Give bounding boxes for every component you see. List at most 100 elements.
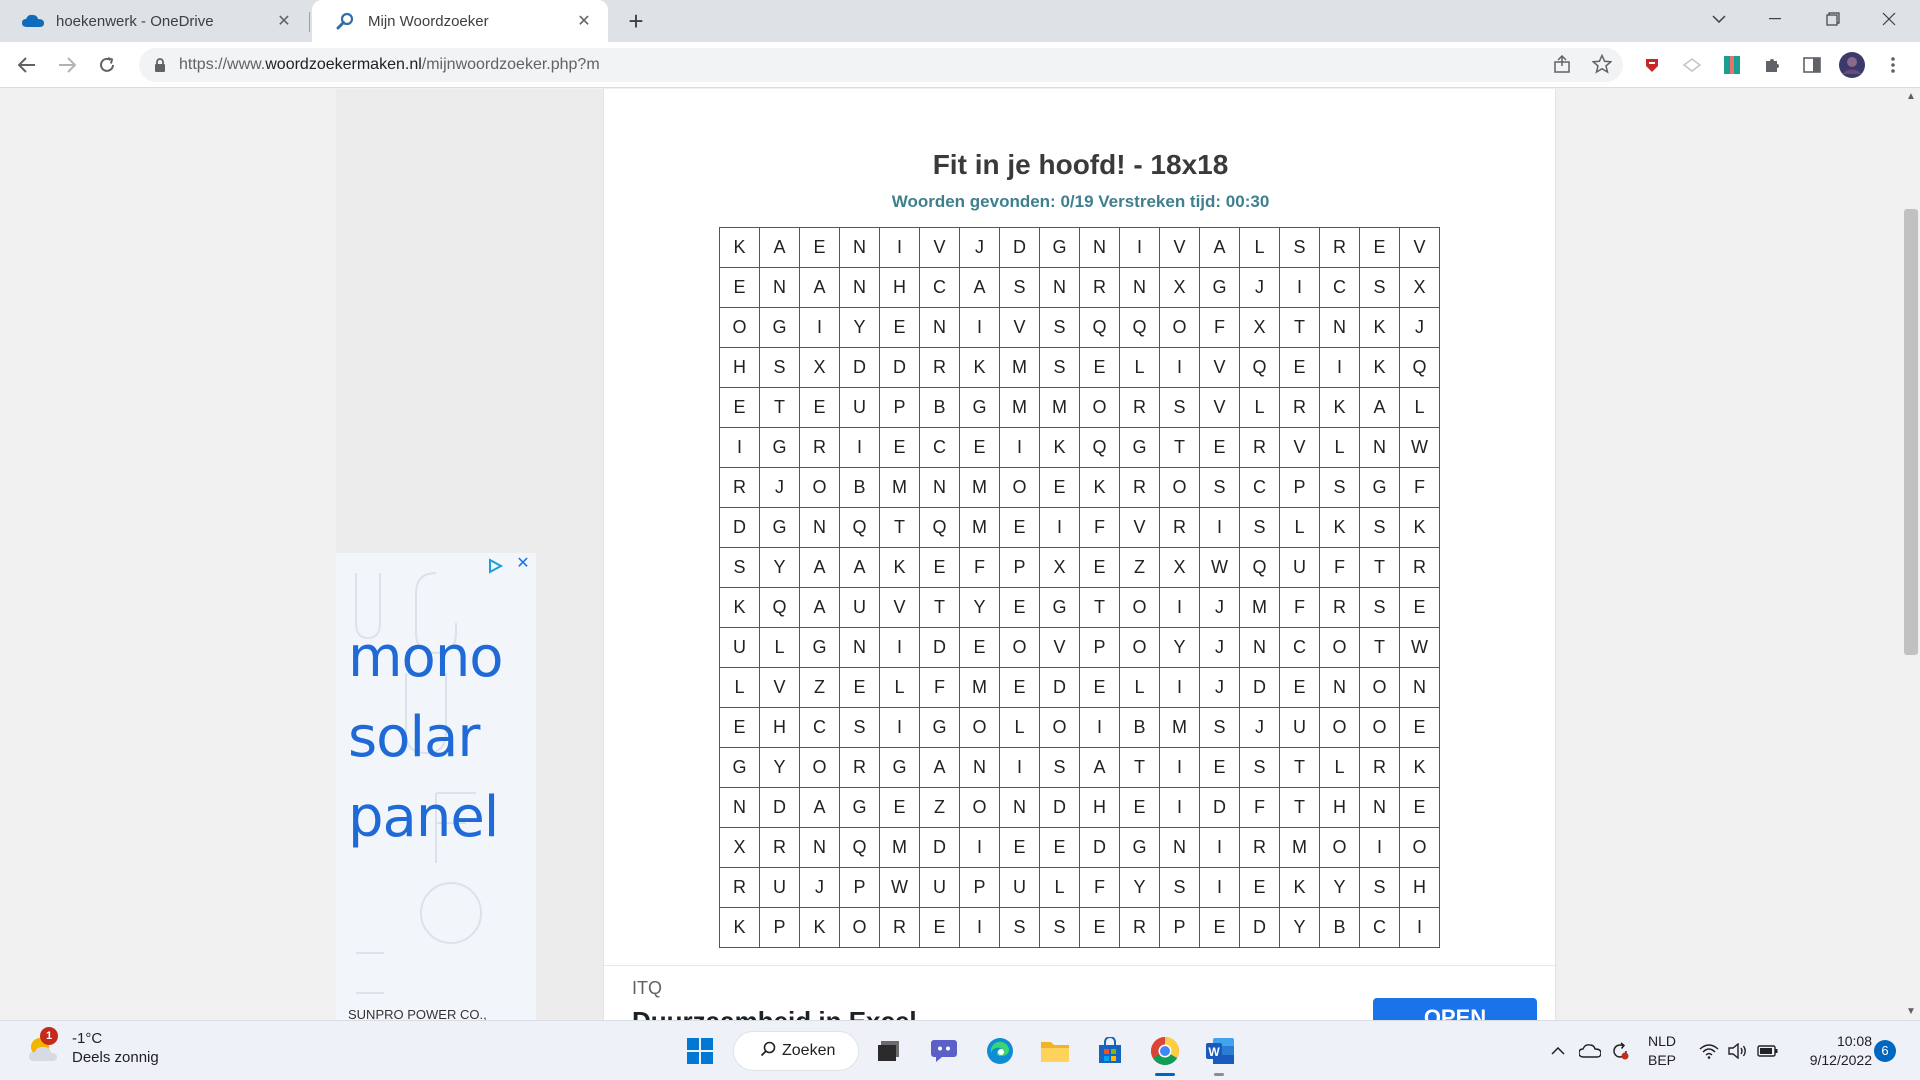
grid-cell[interactable]: R bbox=[1279, 387, 1320, 428]
grid-cell[interactable]: N bbox=[1399, 667, 1440, 708]
grid-cell[interactable]: M bbox=[999, 347, 1040, 388]
new-tab-plus-icon[interactable]: + bbox=[622, 6, 650, 36]
grid-cell[interactable]: A bbox=[959, 267, 1000, 308]
reload-icon[interactable] bbox=[92, 50, 122, 80]
grid-cell[interactable]: D bbox=[1239, 907, 1280, 948]
grid-cell[interactable]: K bbox=[879, 547, 920, 588]
grid-cell[interactable]: L bbox=[759, 627, 800, 668]
windows-start-icon[interactable] bbox=[682, 1033, 718, 1069]
grid-cell[interactable]: R bbox=[1239, 427, 1280, 468]
grid-cell[interactable]: P bbox=[959, 867, 1000, 908]
grid-cell[interactable]: O bbox=[1039, 707, 1080, 748]
grid-cell[interactable]: A bbox=[759, 227, 800, 268]
word-icon[interactable]: W bbox=[1202, 1033, 1238, 1069]
grid-cell[interactable]: K bbox=[1359, 307, 1400, 348]
side-panel-icon[interactable] bbox=[1801, 54, 1823, 76]
grid-cell[interactable]: N bbox=[839, 227, 880, 268]
grid-cell[interactable]: N bbox=[759, 267, 800, 308]
extensions-puzzle-icon[interactable] bbox=[1761, 54, 1783, 76]
grid-cell[interactable]: L bbox=[879, 667, 920, 708]
grid-cell[interactable]: T bbox=[1359, 547, 1400, 588]
grid-cell[interactable]: L bbox=[1119, 667, 1160, 708]
grid-cell[interactable]: X bbox=[1039, 547, 1080, 588]
grid-cell[interactable]: U bbox=[839, 387, 880, 428]
grid-cell[interactable]: E bbox=[1079, 907, 1120, 948]
grid-cell[interactable]: A bbox=[919, 747, 960, 788]
grid-cell[interactable]: N bbox=[1159, 827, 1200, 868]
grid-cell[interactable]: S bbox=[1359, 507, 1400, 548]
grid-cell[interactable]: T bbox=[1119, 747, 1160, 788]
grid-cell[interactable]: D bbox=[1039, 667, 1080, 708]
grid-cell[interactable]: R bbox=[759, 827, 800, 868]
grid-cell[interactable]: I bbox=[999, 427, 1040, 468]
grid-cell[interactable]: S bbox=[1359, 587, 1400, 628]
back-arrow-icon[interactable] bbox=[12, 50, 42, 80]
grid-cell[interactable]: P bbox=[839, 867, 880, 908]
task-view-icon[interactable] bbox=[871, 1033, 907, 1069]
grid-cell[interactable]: D bbox=[839, 347, 880, 388]
grid-cell[interactable]: N bbox=[1239, 627, 1280, 668]
grid-cell[interactable]: I bbox=[799, 307, 840, 348]
grid-cell[interactable]: N bbox=[919, 467, 960, 508]
scroll-down-icon[interactable]: ▼ bbox=[1902, 1004, 1920, 1020]
grid-cell[interactable]: E bbox=[719, 387, 760, 428]
grid-cell[interactable]: G bbox=[919, 707, 960, 748]
grid-cell[interactable]: E bbox=[959, 627, 1000, 668]
grid-cell[interactable]: S bbox=[1239, 507, 1280, 548]
grid-cell[interactable]: B bbox=[919, 387, 960, 428]
grid-cell[interactable]: K bbox=[1279, 867, 1320, 908]
grid-cell[interactable]: I bbox=[1199, 867, 1240, 908]
grid-cell[interactable]: B bbox=[1319, 907, 1360, 948]
close-window-icon[interactable] bbox=[1866, 0, 1912, 38]
grid-cell[interactable]: E bbox=[1399, 587, 1440, 628]
grid-cell[interactable]: P bbox=[1159, 907, 1200, 948]
grid-cell[interactable]: I bbox=[1279, 267, 1320, 308]
grid-cell[interactable]: Q bbox=[839, 827, 880, 868]
grid-cell[interactable]: T bbox=[919, 587, 960, 628]
grid-cell[interactable]: Y bbox=[959, 587, 1000, 628]
grid-cell[interactable]: L bbox=[1319, 427, 1360, 468]
grid-cell[interactable]: E bbox=[1199, 747, 1240, 788]
grid-cell[interactable]: M bbox=[879, 467, 920, 508]
ad-close-icon[interactable]: ✕ bbox=[514, 555, 532, 573]
grid-cell[interactable]: E bbox=[879, 427, 920, 468]
grid-cell[interactable]: D bbox=[719, 507, 760, 548]
grid-cell[interactable]: R bbox=[1119, 907, 1160, 948]
grid-cell[interactable]: S bbox=[1039, 747, 1080, 788]
grid-cell[interactable]: K bbox=[1319, 507, 1360, 548]
grid-cell[interactable]: N bbox=[799, 827, 840, 868]
grid-cell[interactable]: E bbox=[1079, 667, 1120, 708]
grid-cell[interactable]: L bbox=[1319, 747, 1360, 788]
grid-cell[interactable]: D bbox=[999, 227, 1040, 268]
grid-cell[interactable]: T bbox=[1279, 787, 1320, 828]
grid-cell[interactable]: R bbox=[1319, 227, 1360, 268]
grid-cell[interactable]: Y bbox=[1279, 907, 1320, 948]
grid-cell[interactable]: B bbox=[1119, 707, 1160, 748]
grid-cell[interactable]: G bbox=[1039, 227, 1080, 268]
grid-cell[interactable]: N bbox=[719, 787, 760, 828]
grid-cell[interactable]: L bbox=[1239, 387, 1280, 428]
grid-cell[interactable]: N bbox=[799, 507, 840, 548]
grid-cell[interactable]: L bbox=[999, 707, 1040, 748]
grid-cell[interactable]: V bbox=[999, 307, 1040, 348]
grid-cell[interactable]: U bbox=[839, 587, 880, 628]
grid-cell[interactable]: F bbox=[1399, 467, 1440, 508]
grid-cell[interactable]: L bbox=[1399, 387, 1440, 428]
grid-cell[interactable]: K bbox=[719, 907, 760, 948]
grid-cell[interactable]: A bbox=[799, 267, 840, 308]
grid-cell[interactable]: Y bbox=[839, 307, 880, 348]
grid-cell[interactable]: S bbox=[1199, 467, 1240, 508]
grid-cell[interactable]: U bbox=[719, 627, 760, 668]
grid-cell[interactable]: A bbox=[1359, 387, 1400, 428]
grid-cell[interactable]: F bbox=[1279, 587, 1320, 628]
grid-cell[interactable]: I bbox=[1159, 587, 1200, 628]
grid-cell[interactable]: M bbox=[1039, 387, 1080, 428]
grid-cell[interactable]: G bbox=[759, 307, 800, 348]
share-icon[interactable] bbox=[1547, 49, 1577, 79]
grid-cell[interactable]: Q bbox=[919, 507, 960, 548]
left-ad[interactable]: ​ ✕ mono solar panel SUNPRO POWER CO., L… bbox=[336, 553, 536, 1020]
grid-cell[interactable]: Q bbox=[1079, 427, 1120, 468]
grid-cell[interactable]: D bbox=[1239, 667, 1280, 708]
grid-cell[interactable]: I bbox=[1039, 507, 1080, 548]
grid-cell[interactable]: O bbox=[1319, 627, 1360, 668]
